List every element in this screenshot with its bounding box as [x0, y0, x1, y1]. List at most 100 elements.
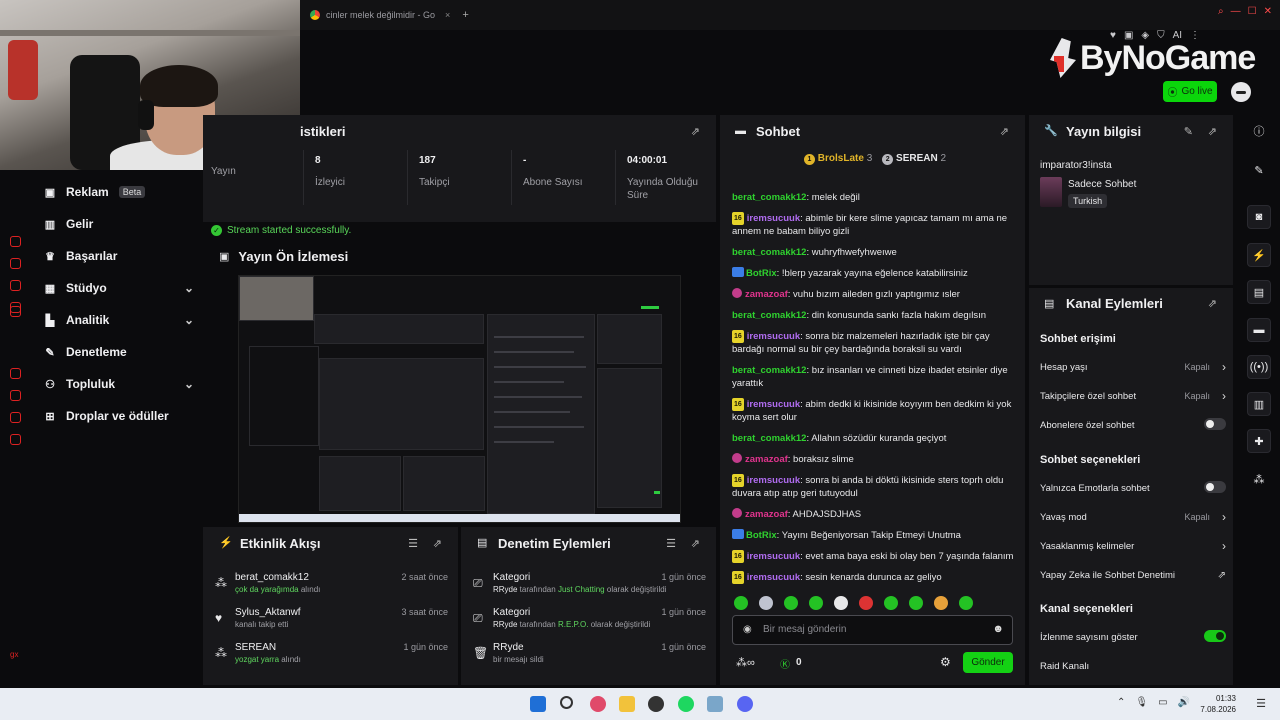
broadcast-icon[interactable]: ((•)) — [1247, 355, 1271, 379]
volume-icon[interactable]: 🔊 — [1178, 697, 1190, 708]
chat-username[interactable]: berat_comakk12 — [732, 192, 806, 203]
sidebar-item-analitik[interactable]: ▙ Analitik ⌄ — [44, 311, 194, 329]
chat-message[interactable]: 16 iremsucuuk: sonra bi anda bi döktü iki… — [732, 474, 1017, 500]
chat-message[interactable]: berat_comakk12: Allahın sözüdür kuranda … — [732, 432, 1017, 445]
moderation-item[interactable]: ⎚ Kategori RRyde tarafından R.E.P.O. ola… — [461, 607, 716, 637]
popout-icon[interactable]: ⇗ — [1208, 297, 1217, 310]
filter-icon[interactable]: ☰ — [408, 537, 418, 550]
sidebar-item-studyo[interactable]: ▦ Stüdyo ⌄ — [44, 279, 194, 297]
sidebar-item-basarilar[interactable]: ♛ Başarılar — [44, 247, 194, 265]
windows-start-icon[interactable] — [530, 696, 546, 712]
notification-icon[interactable]: ☰ — [1256, 697, 1266, 710]
sidebar-item-gelir[interactable]: ▥ Gelir — [44, 215, 194, 233]
chevron-up-icon[interactable]: ⌃ — [1117, 697, 1125, 708]
chat-message[interactable]: berat_comakk12: din konusunda sankı fazl… — [732, 309, 1017, 322]
mic-icon[interactable]: 🎙 — [1135, 697, 1148, 708]
emote-icon[interactable] — [834, 596, 848, 610]
sidebar-item-topluluk[interactable]: ⚇ Topluluk ⌄ — [44, 375, 194, 393]
chat-message[interactable]: BotRix: Yayını Beğeniyorsan Takip Etmeyi… — [732, 529, 1017, 542]
chat-username[interactable]: iremsucuuk — [747, 213, 800, 224]
wrench-icon[interactable]: ✚ — [1247, 429, 1271, 453]
popout-icon[interactable]: ⇗ — [1208, 125, 1217, 138]
chat-message[interactable]: 16 iremsucuuk: sesin kenarda durunca az g… — [732, 571, 1017, 584]
rail-chat-icon[interactable] — [10, 390, 21, 401]
rail-game-icon[interactable] — [10, 280, 21, 291]
maximize-icon[interactable]: ☐ — [1248, 6, 1257, 17]
search-icon[interactable]: ⌕ — [1218, 6, 1224, 17]
chat-username[interactable]: berat_comakk12 — [732, 310, 806, 321]
setting-ai-moderation[interactable]: Yapay Zeka ile Sohbet Denetimi ⇗ — [1040, 570, 1226, 590]
discord-icon[interactable] — [737, 696, 753, 712]
emote-icon[interactable] — [959, 596, 973, 610]
emote-icon[interactable] — [759, 596, 773, 610]
chat-username[interactable]: iremsucuuk — [747, 551, 800, 562]
popout-icon[interactable]: ⇗ — [691, 125, 700, 138]
activity-item[interactable]: ⁂ SEREAN yozgat yarra alındı 1 gün önce — [203, 642, 458, 672]
moderation-item[interactable]: ⎚ Kategori RRyde tarafından Just Chattin… — [461, 572, 716, 602]
setting-raid-channel[interactable]: Raid Kanalı — [1040, 661, 1226, 681]
chat-username[interactable]: BotRix — [746, 268, 777, 279]
emote-icon[interactable] — [884, 596, 898, 610]
emoji-icon[interactable]: ☻ — [992, 623, 1004, 635]
filter-icon[interactable]: ☰ — [666, 537, 676, 550]
category-thumbnail[interactable] — [1040, 177, 1062, 207]
network-icon[interactable]: ▭ — [1158, 697, 1167, 708]
send-button[interactable]: Gönder — [963, 652, 1013, 673]
profile-menu-button[interactable] — [1231, 82, 1251, 102]
camera-icon[interactable]: ◙ — [1247, 205, 1271, 229]
chat-message[interactable]: 16 iremsucuuk: abim dedki ki ikisinide ko… — [732, 398, 1017, 424]
emote-icon[interactable] — [859, 596, 873, 610]
emote-icon[interactable] — [809, 596, 823, 610]
new-tab-button[interactable]: + — [462, 9, 468, 21]
chat-message[interactable]: 16 iremsucuuk: sonra biz malzemeleri hazı… — [732, 330, 1017, 356]
reply-icon[interactable]: ◉ — [743, 624, 752, 635]
chat-username[interactable]: zamazoaf — [745, 509, 788, 520]
info-icon[interactable]: ⓘ — [1247, 119, 1271, 143]
sidebar-item-droplar[interactable]: ⊞ Droplar ve ödüller — [44, 407, 194, 425]
chat-username[interactable]: iremsucuuk — [747, 572, 800, 583]
edit-icon[interactable]: ✎ — [1184, 125, 1193, 138]
chat-message[interactable]: zamazoaf: vuhu bızım aileden gızlı yaptı… — [732, 288, 1017, 301]
setting-followers-only[interactable]: Takipçilere özel sohbet Kapalı › — [1040, 389, 1226, 411]
category-name[interactable]: Sadece Sohbet — [1068, 179, 1136, 190]
chat-username[interactable]: berat_comakk12 — [732, 365, 806, 376]
setting-banned-words[interactable]: Yasaklanmış kelimeler › — [1040, 539, 1226, 561]
chat-message-list[interactable]: berat_comakk12: melek değil 16 iremsucuuk:… — [732, 167, 1017, 592]
chat-icon[interactable]: ▬ — [1247, 318, 1271, 342]
lightning-icon[interactable]: ⚡ — [1247, 243, 1271, 267]
layout-icon[interactable]: ▥ — [1247, 392, 1271, 416]
sidebar-item-reklam[interactable]: ▣ Reklam Beta — [44, 183, 194, 201]
rail-play-icon[interactable] — [10, 368, 21, 379]
spotify-icon[interactable] — [678, 696, 694, 712]
file-explorer-icon[interactable] — [619, 696, 635, 712]
leader-2[interactable]: 2 SEREAN 2 — [882, 153, 946, 165]
emote-icon[interactable] — [734, 596, 748, 610]
tab-close-icon[interactable]: × — [445, 10, 450, 20]
settings-icon[interactable]: ⚙ — [940, 655, 951, 669]
edit-icon[interactable]: ✎ — [1247, 158, 1271, 182]
rail-settings-icon[interactable] — [10, 434, 21, 445]
emote-icon[interactable] — [934, 596, 948, 610]
search-icon[interactable] — [560, 696, 573, 709]
emote-icon[interactable] — [909, 596, 923, 610]
emote-icon[interactable] — [784, 596, 798, 610]
chat-username[interactable]: berat_comakk12 — [732, 247, 806, 258]
go-live-button[interactable]: ⦿ Go live — [1163, 81, 1217, 102]
chat-username[interactable]: iremsucuuk — [747, 475, 800, 486]
list-icon[interactable]: ▤ — [1247, 280, 1271, 304]
bynogame-logo[interactable]: ByNoGame — [1050, 38, 1256, 78]
app-icon[interactable] — [707, 696, 723, 712]
users-icon[interactable]: ⁂ — [1247, 467, 1271, 491]
leader-1[interactable]: 1 BrolsLate 3 — [804, 153, 872, 165]
chat-message[interactable]: zamazoaf: boraksız slime — [732, 453, 1017, 466]
chat-message[interactable]: 16 iremsucuuk: abimle bir kere slime yapı… — [732, 212, 1017, 238]
setting-account-age[interactable]: Hesap yaşı Kapalı › — [1040, 360, 1226, 382]
chat-message[interactable]: berat_comakk12: melek değil — [732, 191, 1017, 204]
popout-icon[interactable]: ⇗ — [691, 537, 700, 550]
minimize-icon[interactable]: — — [1231, 6, 1241, 17]
obs-icon[interactable] — [648, 696, 664, 712]
subscribers-only-toggle[interactable] — [1204, 418, 1226, 430]
popout-icon[interactable]: ⇗ — [1000, 125, 1009, 138]
clock[interactable]: 01:33 7.08.2026 — [1200, 693, 1236, 715]
show-viewcount-toggle[interactable] — [1204, 630, 1226, 642]
